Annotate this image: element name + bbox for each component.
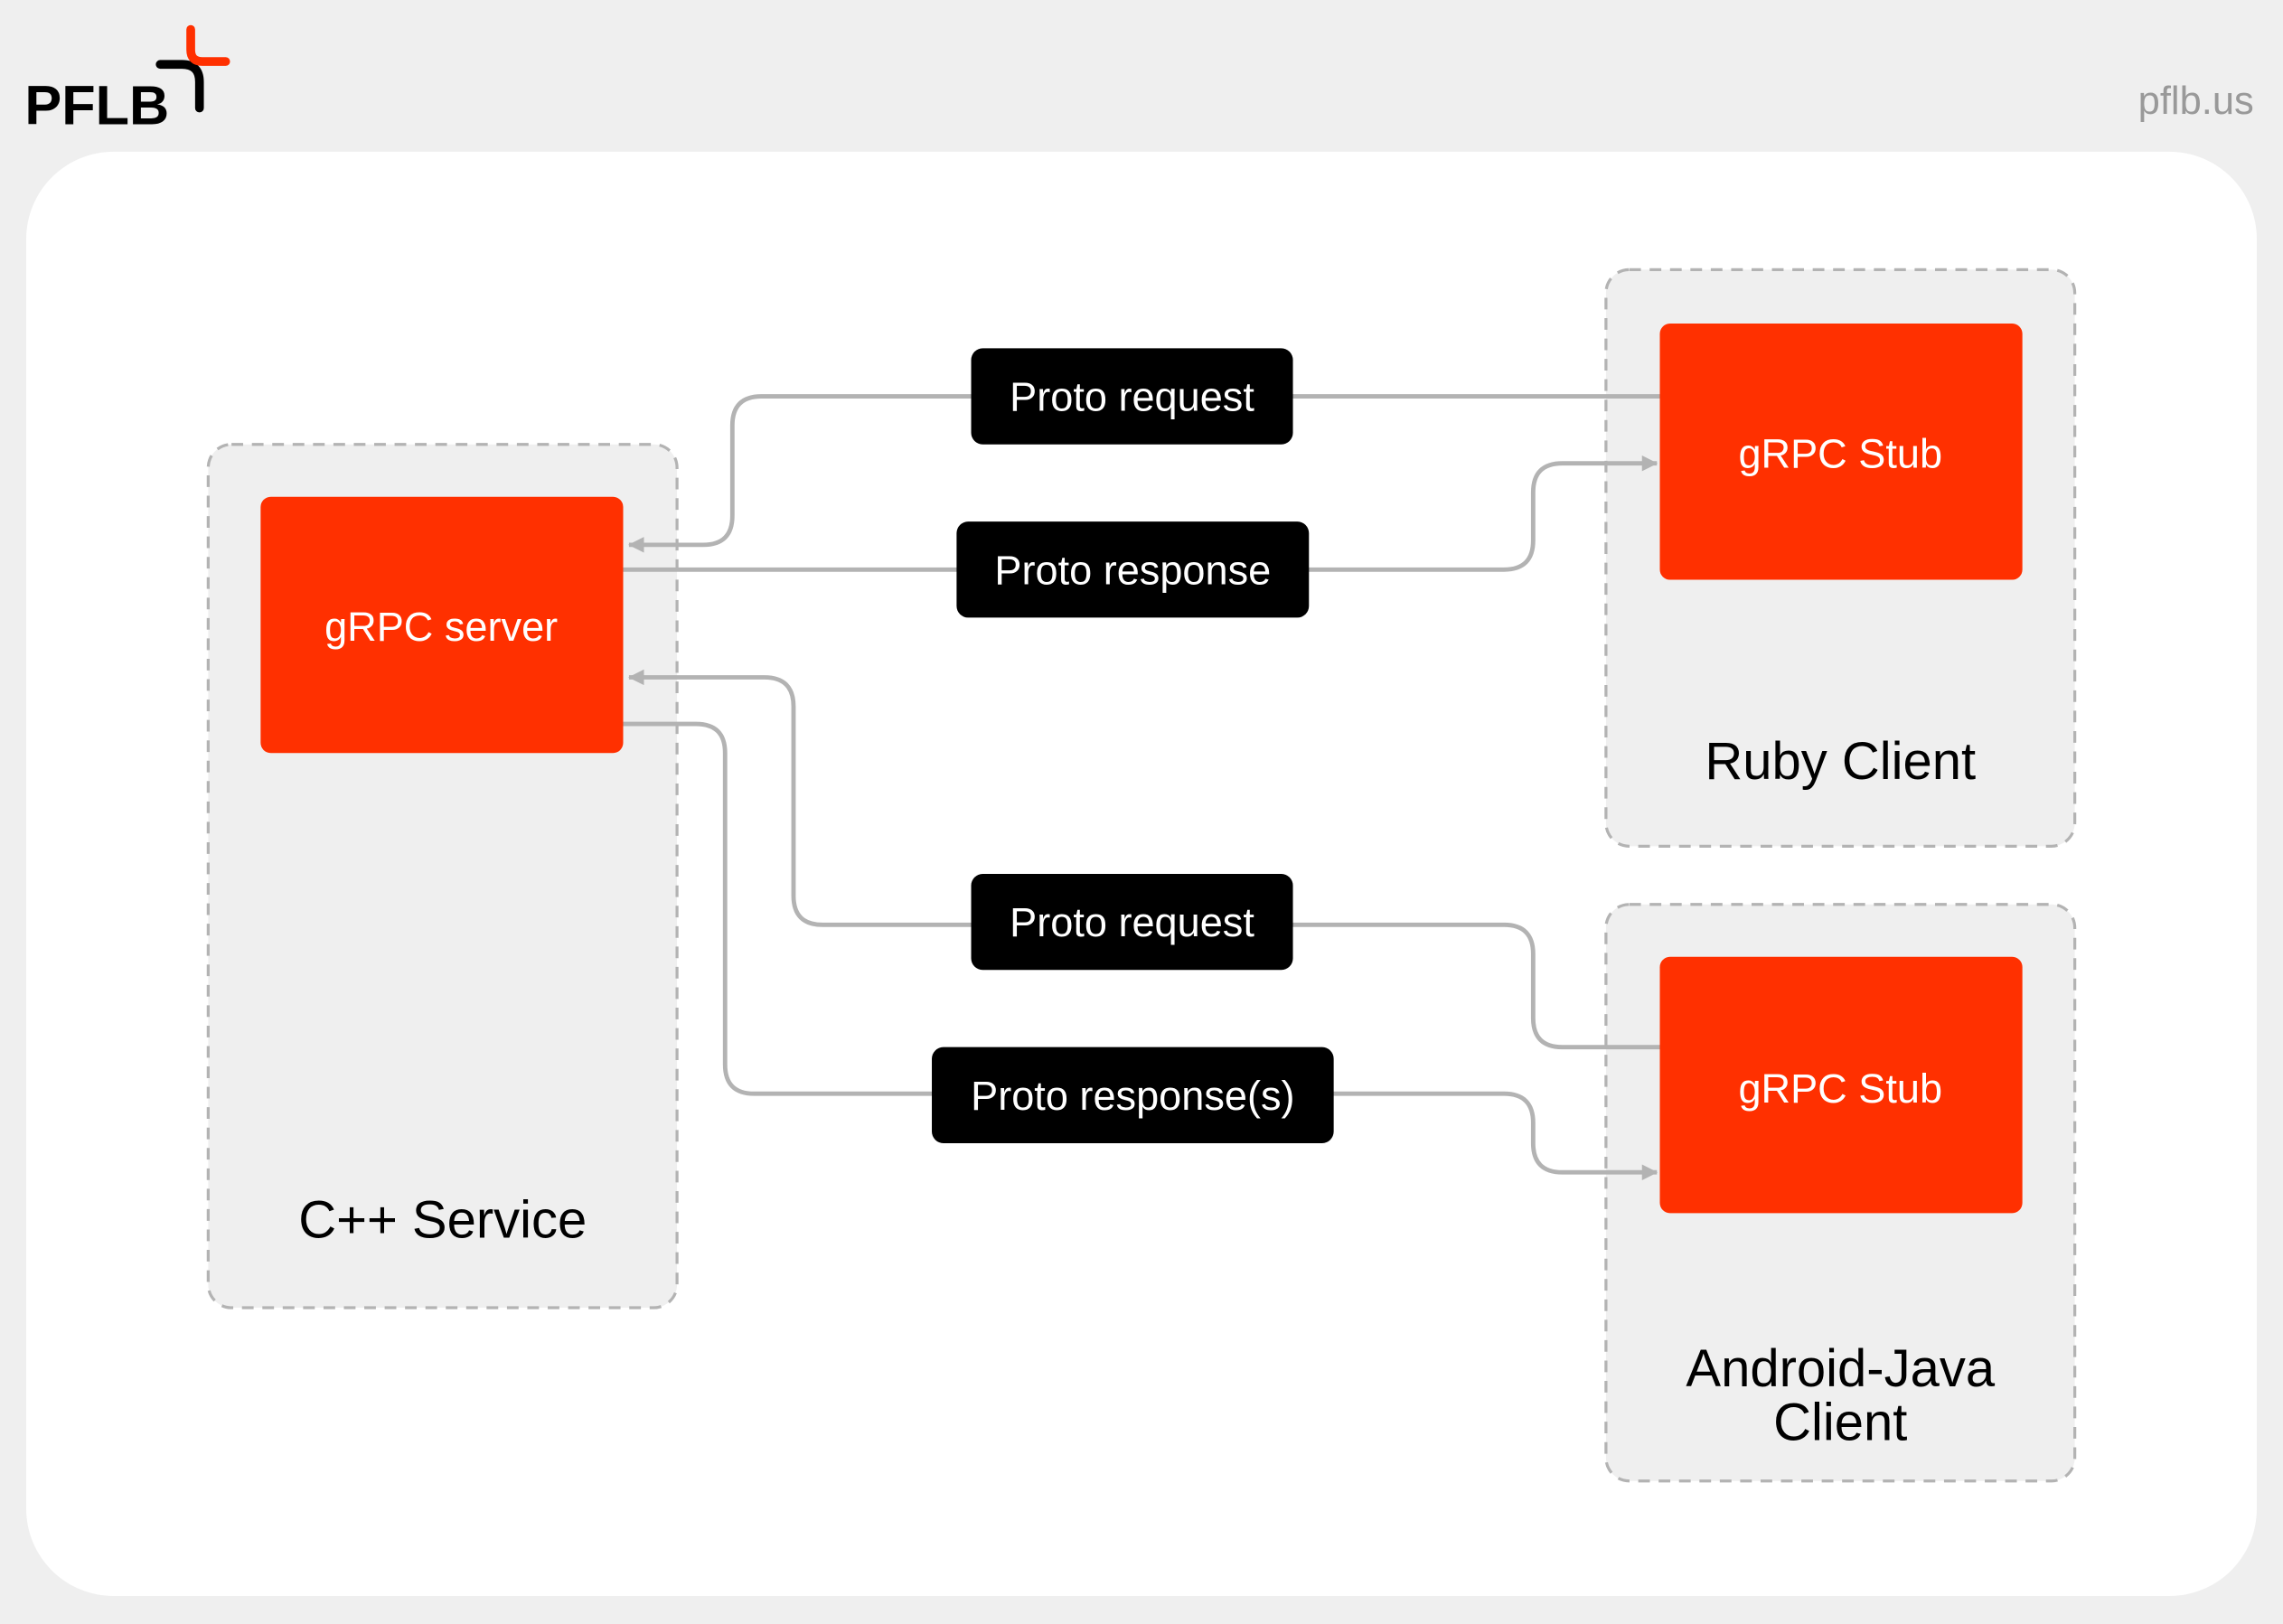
logo-text: PFLB — [24, 74, 169, 136]
edge-label-text: Proto response(s) — [971, 1073, 1294, 1119]
site-url[interactable]: pflb.us — [2138, 80, 2254, 123]
edge-label-android-request: Proto request — [971, 873, 1293, 971]
edge-label-text: Proto response — [994, 547, 1271, 593]
android-client-title-line1: Android-Java — [1686, 1340, 1995, 1398]
android-stub-label: gRPC Stub — [1738, 1065, 1942, 1112]
android-client-title-line2: Client — [1773, 1394, 1907, 1452]
grpc-server-label: gRPC server — [324, 604, 558, 650]
edge-label-android-response: Proto response(s) — [932, 1047, 1334, 1143]
android-grpc-stub-node: gRPC Stub — [1659, 956, 2023, 1214]
edge-label-ruby-response: Proto response — [956, 521, 1310, 618]
edge-label-text: Proto request — [1010, 374, 1254, 420]
ruby-stub-label: gRPC Stub — [1738, 431, 1942, 477]
grpc-server-node: gRPC server — [260, 496, 624, 754]
edge-label-ruby-request: Proto request — [971, 348, 1293, 445]
edge-label-text: Proto request — [1010, 899, 1254, 945]
ruby-client-title: Ruby Client — [1705, 733, 1976, 791]
ruby-grpc-stub-node: gRPC Stub — [1659, 324, 2023, 580]
diagram: PFLB pflb.us C++ Service Ruby Client And… — [0, 0, 2283, 1624]
cpp-service-title: C++ Service — [298, 1192, 587, 1250]
